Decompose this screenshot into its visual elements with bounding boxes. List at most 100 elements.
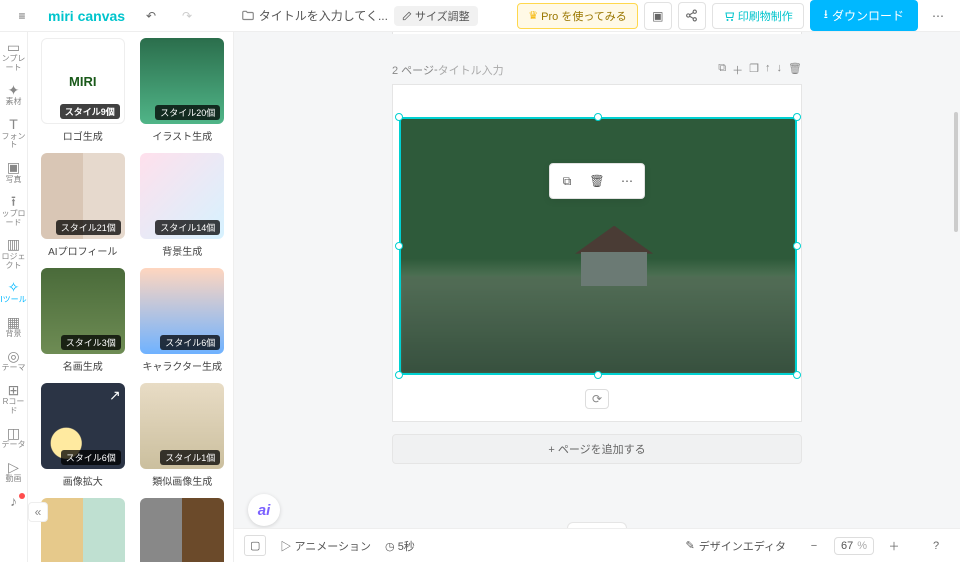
page-copy-icon[interactable]: ⧉ — [718, 62, 726, 78]
print-button[interactable]: 印刷物制作 — [712, 3, 804, 29]
nav-photo[interactable]: ▣写真 — [0, 156, 28, 188]
nav-upload[interactable]: ⭱ップロード — [0, 190, 28, 231]
title-input[interactable]: タイトルを入力してく... — [241, 7, 388, 24]
ai-card-char[interactable]: スタイル6個キャラクター生成 — [140, 268, 226, 373]
nav-theme[interactable]: ◎テーマ — [0, 345, 28, 377]
rotate-icon[interactable]: ⟳ — [585, 389, 609, 409]
resize-handle-tc[interactable] — [594, 113, 602, 121]
page-down-icon[interactable]: ↓ — [777, 62, 783, 78]
design-editor-button[interactable]: ✎デザインエディタ — [686, 538, 786, 554]
ai-tool-panel: MIRIスタイル9個ロゴ生成スタイル20個イラスト生成スタイル21個AIプロフィ… — [28, 32, 234, 562]
project-icon: ▥ — [7, 237, 20, 252]
collapse-panel-icon[interactable]: « — [28, 502, 48, 522]
toolbar-delete-icon[interactable]: 🗑 — [584, 168, 610, 194]
animation-button[interactable]: ▷ アニメーション — [280, 538, 371, 554]
nav-rcode[interactable]: ⊞Rコード — [0, 379, 28, 420]
page-duplicate-icon[interactable]: ❐ — [749, 62, 759, 78]
resize-handle-tl[interactable] — [395, 113, 403, 121]
ai-card-bgswap[interactable]: スタイル1個写真背景の交換 — [40, 498, 126, 562]
redo-icon[interactable]: ↷ — [173, 2, 201, 30]
topbar: ≡ miri canvas ↶ ↷ タイトルを入力してく... サイズ調整 ♛P… — [0, 0, 960, 32]
data-icon: ◫ — [7, 426, 20, 441]
nav-audio[interactable]: ♪ — [0, 490, 28, 513]
download-icon: ⭳ — [824, 5, 828, 26]
card-label: イラスト生成 — [152, 128, 212, 143]
thumb-illust: スタイル20個 — [140, 38, 224, 124]
share-icon[interactable] — [678, 2, 706, 30]
toolbar-copy-icon[interactable]: ⧉ — [554, 168, 580, 194]
nav-project[interactable]: ▥ロジェクト — [0, 233, 28, 274]
nav-ai-tool[interactable]: ✧Iツール — [0, 276, 28, 308]
card-label: キャラクター生成 — [142, 358, 222, 373]
page-delete-icon[interactable]: 🗑 — [788, 62, 802, 78]
card-label: 類似画像生成 — [152, 473, 212, 488]
nav-template[interactable]: ▭ンプレート — [0, 36, 28, 77]
nav-font[interactable]: Tフォント — [0, 113, 28, 154]
pro-button[interactable]: ♛Pro を使ってみる — [517, 3, 638, 29]
nav-data[interactable]: ◫データ — [0, 422, 28, 454]
font-icon: T — [9, 117, 18, 132]
style-count-badge: スタイル21個 — [56, 220, 121, 235]
thumb-logo: MIRIスタイル9個 — [41, 38, 125, 124]
previous-page-peek[interactable] — [392, 32, 802, 34]
ai-tool-grid: MIRIスタイル9個ロゴ生成スタイル20個イラスト生成スタイル21個AIプロフィ… — [40, 38, 225, 562]
video-icon: ▷ — [8, 460, 19, 475]
more-icon[interactable]: ⋯ — [924, 2, 952, 30]
bottom-bar: ▢ ▷ アニメーション ◷ 5秒 ✎デザインエディタ − 67% ＋ ? — [234, 528, 960, 562]
duration-button[interactable]: ◷ 5秒 — [385, 538, 415, 554]
add-page-button[interactable]: + ページを追加する — [392, 434, 802, 464]
ai-card-illust[interactable]: スタイル20個イラスト生成 — [140, 38, 226, 143]
expand-arrow-icon: ↗ — [109, 387, 121, 404]
template-icon: ▭ — [7, 40, 20, 55]
toolbar-more-icon[interactable]: ⋯ — [614, 168, 640, 194]
nav-label: ロジェクト — [0, 253, 28, 271]
selection-toolbar: ⧉ 🗑 ⋯ — [549, 163, 645, 199]
menu-icon[interactable]: ≡ — [8, 2, 36, 30]
zoom-value-box[interactable]: 67% — [834, 537, 874, 555]
clock-icon: ◷ — [385, 541, 398, 553]
selected-element[interactable] — [399, 117, 797, 375]
resize-handle-tr[interactable] — [793, 113, 801, 121]
style-count-badge: スタイル3個 — [61, 335, 121, 350]
layers-icon[interactable]: ▢ — [244, 535, 266, 556]
nav-element[interactable]: ✦素材 — [0, 79, 28, 111]
page-add-icon[interactable]: ＋ — [732, 62, 743, 78]
title-text: タイトルを入力してく... — [259, 7, 388, 24]
undo-icon[interactable]: ↶ — [137, 2, 165, 30]
zoom-out-icon[interactable]: − — [800, 532, 828, 560]
thumb-similar: スタイル1個 — [140, 383, 224, 469]
brand-logo[interactable]: miri canvas — [48, 8, 125, 24]
upload-icon: ⭱ — [11, 194, 16, 209]
ai-card-bg[interactable]: スタイル14個背景生成 — [140, 153, 226, 258]
image-content — [399, 117, 797, 375]
top-center: タイトルを入力してく... サイズ調整 — [209, 6, 509, 26]
help-icon[interactable]: ? — [922, 532, 950, 560]
ai-fab[interactable]: ai — [248, 494, 280, 526]
save-icon[interactable]: ▣ — [644, 2, 672, 30]
ai-card-similar[interactable]: スタイル1個類似画像生成 — [140, 383, 226, 488]
resize-handle-lc[interactable] — [395, 242, 403, 250]
ai-card-profile[interactable]: スタイル21個AIプロフィール — [40, 153, 126, 258]
page-header: 2 ページ - タイトル入力 ⧉ ＋ ❐ ↑ ↓ 🗑 — [392, 62, 802, 78]
size-adjust-button[interactable]: サイズ調整 — [394, 6, 478, 26]
zoom-value: 67 — [841, 540, 853, 552]
zoom-in-icon[interactable]: ＋ — [880, 532, 908, 560]
ai-card-expand[interactable]: ↗スタイル6個画像拡大 — [40, 383, 126, 488]
resize-handle-bl[interactable] — [395, 371, 403, 379]
ai-card-color[interactable]: 白黒写真のカラー復元 — [140, 498, 226, 562]
ai-card-paint[interactable]: スタイル3個名画生成 — [40, 268, 126, 373]
resize-handle-bc[interactable] — [594, 371, 602, 379]
download-button[interactable]: ⭳ダウンロード — [810, 0, 918, 31]
nav-background[interactable]: ▦背景 — [0, 311, 28, 343]
canvas-scrollbar[interactable] — [952, 32, 958, 528]
canvas-page-2[interactable]: ⧉ 🗑 ⋯ ⟳ — [392, 84, 802, 422]
nav-video[interactable]: ▷動画 — [0, 456, 28, 488]
top-right: ♛Pro を使ってみる ▣ 印刷物制作 ⭳ダウンロード ⋯ — [517, 0, 952, 31]
resize-handle-rc[interactable] — [793, 242, 801, 250]
page-title-input[interactable]: タイトル入力 — [438, 62, 504, 78]
card-label: 背景生成 — [162, 243, 202, 258]
ai-card-logo[interactable]: MIRIスタイル9個ロゴ生成 — [40, 38, 126, 143]
page-up-icon[interactable]: ↑ — [765, 62, 771, 78]
resize-handle-br[interactable] — [793, 371, 801, 379]
page-header-actions: ⧉ ＋ ❐ ↑ ↓ 🗑 — [718, 62, 802, 78]
